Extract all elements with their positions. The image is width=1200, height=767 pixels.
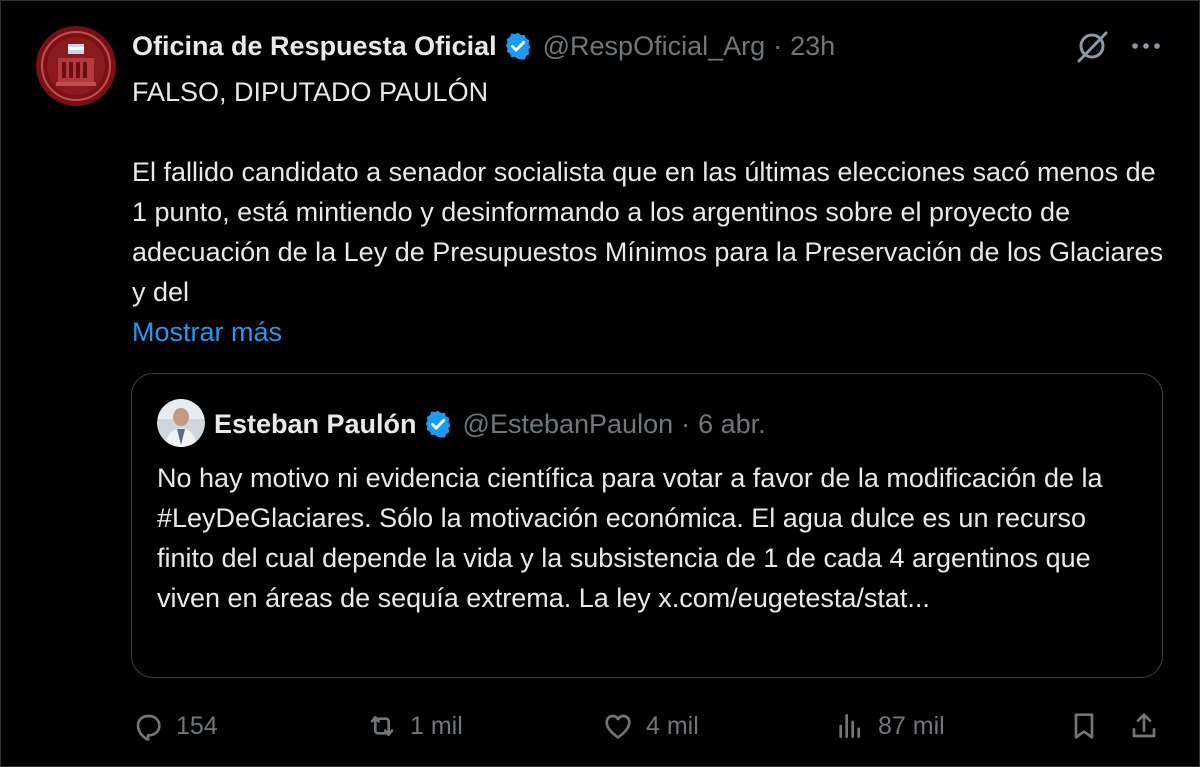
- views-button[interactable]: 87 mil: [834, 700, 945, 752]
- reply-button[interactable]: 154: [132, 700, 218, 752]
- tweet-text-headline: FALSO, DIPUTADO PAULÓN: [132, 77, 489, 107]
- show-more-link[interactable]: Mostrar más: [132, 312, 1172, 352]
- quote-meta-separator: ·: [681, 408, 691, 439]
- tweet-header: Oficina de Respuesta Oficial @RespOficia…: [132, 26, 835, 66]
- repost-button[interactable]: 1 mil: [366, 700, 463, 752]
- repost-icon: [370, 716, 394, 736]
- views-count: 87 mil: [878, 711, 945, 740]
- like-button[interactable]: 4 mil: [602, 700, 699, 752]
- quote-header: Esteban Paulón @EstebanPaulon · 6 abr.: [214, 402, 766, 446]
- repost-count: 1 mil: [410, 711, 463, 740]
- author-avatar[interactable]: [36, 26, 116, 106]
- meta-separator: ·: [773, 30, 783, 61]
- quote-author-name: Esteban Paulón: [214, 408, 417, 439]
- author-handle[interactable]: @RespOficial_Arg: [543, 31, 766, 62]
- bookmark-icon: [1074, 713, 1094, 739]
- reply-count: 154: [176, 711, 218, 740]
- share-button[interactable]: [1128, 700, 1172, 752]
- tweet-text: FALSO, DIPUTADO PAULÓN El fallido candid…: [132, 72, 1172, 352]
- views-icon: [839, 714, 860, 738]
- reply-icon: [136, 714, 161, 741]
- share-icon: [1132, 713, 1156, 738]
- tweet-text-body: El fallido candidato a senador socialist…: [132, 157, 1164, 307]
- more-icon[interactable]: [1128, 30, 1164, 62]
- quoted-tweet[interactable]: Esteban Paulón @EstebanPaulon · 6 abr. N…: [131, 373, 1163, 678]
- action-bar: 154 1 mil 4 mil 87 mil: [0, 700, 1200, 752]
- verified-badge-icon: [425, 410, 450, 438]
- bookmark-button[interactable]: [1068, 700, 1112, 752]
- verified-badge-icon: [505, 32, 530, 60]
- quote-author-handle: @EstebanPaulon: [462, 408, 674, 439]
- quote-text: No hay motivo ni evidencia científica pa…: [157, 463, 1103, 613]
- author-name[interactable]: Oficina de Respuesta Oficial: [132, 31, 497, 62]
- like-icon: [605, 714, 631, 739]
- grok-icon[interactable]: [1074, 28, 1110, 64]
- tweet-time[interactable]: 23h: [790, 31, 835, 62]
- quote-date: 6 abr.: [698, 408, 766, 439]
- quote-author-avatar: [157, 399, 205, 447]
- like-count: 4 mil: [646, 711, 699, 740]
